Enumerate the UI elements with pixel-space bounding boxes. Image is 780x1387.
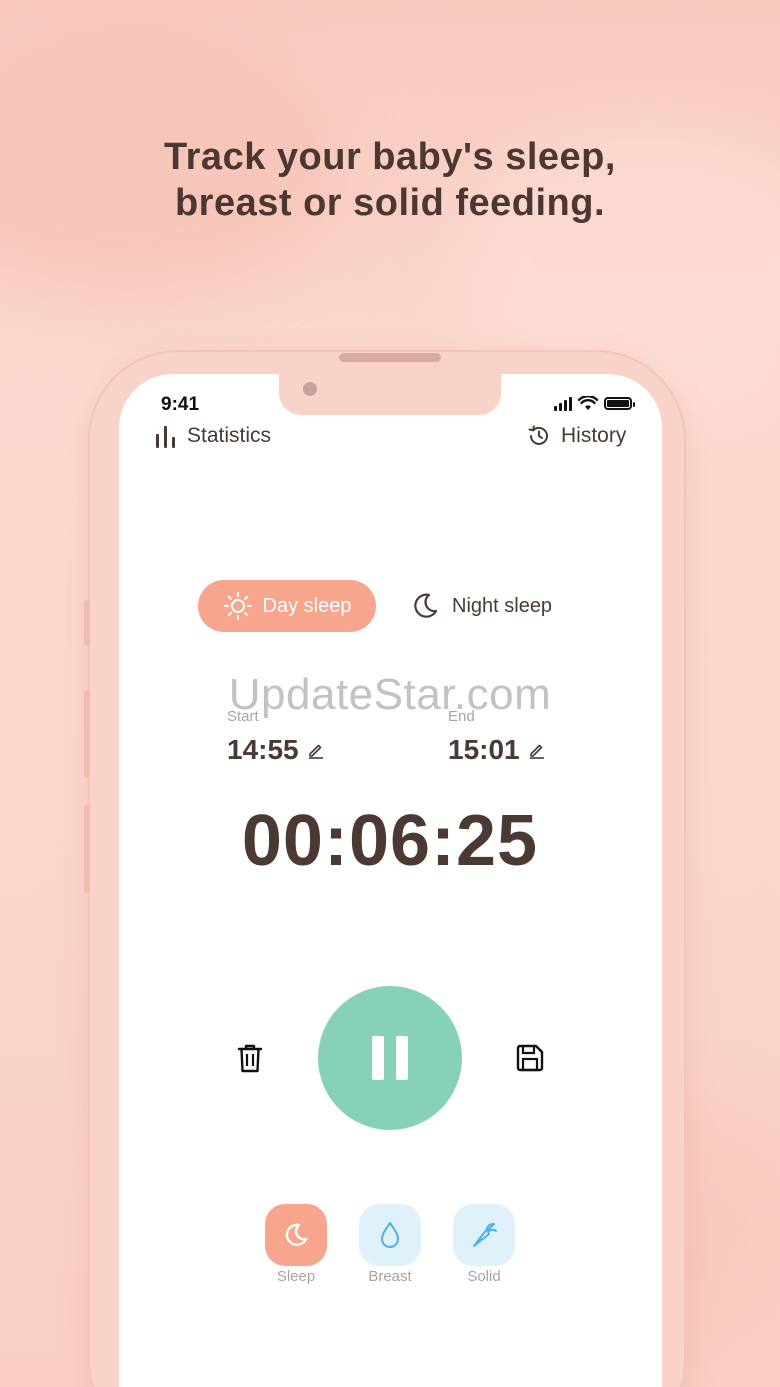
status-time: 9:41 — [161, 394, 200, 415]
start-label: Start — [227, 708, 259, 725]
moon-icon — [285, 1223, 308, 1246]
edit-pencil-icon[interactable] — [307, 741, 325, 759]
statistics-label: Statistics — [187, 424, 272, 447]
day-sleep-button[interactable]: Day sleep — [198, 580, 376, 632]
history-icon — [528, 425, 548, 445]
edit-pencil-icon[interactable] — [528, 741, 546, 759]
watermark-text: UpdateStar.com — [228, 670, 552, 719]
history-label: History — [561, 424, 627, 447]
status-icons — [554, 396, 635, 411]
carrot-icon — [473, 1223, 497, 1247]
trash-icon — [237, 1044, 263, 1073]
moon-icon — [414, 593, 438, 618]
phone-side-button — [84, 600, 90, 646]
night-sleep-label: Night sleep — [452, 594, 553, 617]
elapsed-timer: 00:06:25 — [241, 801, 539, 881]
mode-label-sleep: Sleep — [276, 1268, 316, 1285]
sun-icon — [223, 592, 252, 620]
signal-icon — [554, 396, 572, 411]
start-time[interactable]: 14:55 — [227, 734, 325, 766]
pause-button[interactable] — [318, 986, 462, 1130]
end-time-value: 15:01 — [448, 734, 520, 765]
mode-tab-breast[interactable] — [359, 1204, 421, 1266]
headline-line-1: Track your baby's sleep, — [164, 136, 616, 178]
night-sleep-button[interactable]: Night sleep — [410, 580, 580, 632]
wifi-icon — [578, 396, 598, 410]
mode-label-solid: Solid — [467, 1268, 501, 1285]
headline-line-2: breast or solid feeding. — [174, 182, 606, 224]
delete-button[interactable] — [234, 1042, 266, 1074]
drop-icon — [381, 1222, 399, 1248]
history-link[interactable]: History — [527, 424, 626, 448]
pause-icon-bar — [396, 1036, 408, 1080]
bar-chart-icon — [156, 426, 175, 448]
mode-label-breast: Breast — [368, 1268, 412, 1285]
end-time[interactable]: 15:01 — [448, 734, 546, 766]
day-sleep-label: Day sleep — [262, 594, 352, 617]
pause-icon-bar — [372, 1036, 384, 1080]
mode-tab-solid[interactable] — [453, 1204, 515, 1266]
start-time-value: 14:55 — [227, 734, 299, 765]
marketing-headline: Track your baby's sleep, breast or solid… — [0, 134, 780, 226]
statistics-link[interactable]: Statistics — [155, 424, 271, 448]
save-button[interactable] — [514, 1042, 546, 1074]
phone-top-bar — [339, 353, 441, 362]
battery-icon — [604, 397, 635, 410]
end-label: End — [448, 708, 475, 725]
camera-dot — [303, 382, 317, 396]
save-icon — [516, 1044, 544, 1072]
mode-tab-sleep[interactable] — [265, 1204, 327, 1266]
